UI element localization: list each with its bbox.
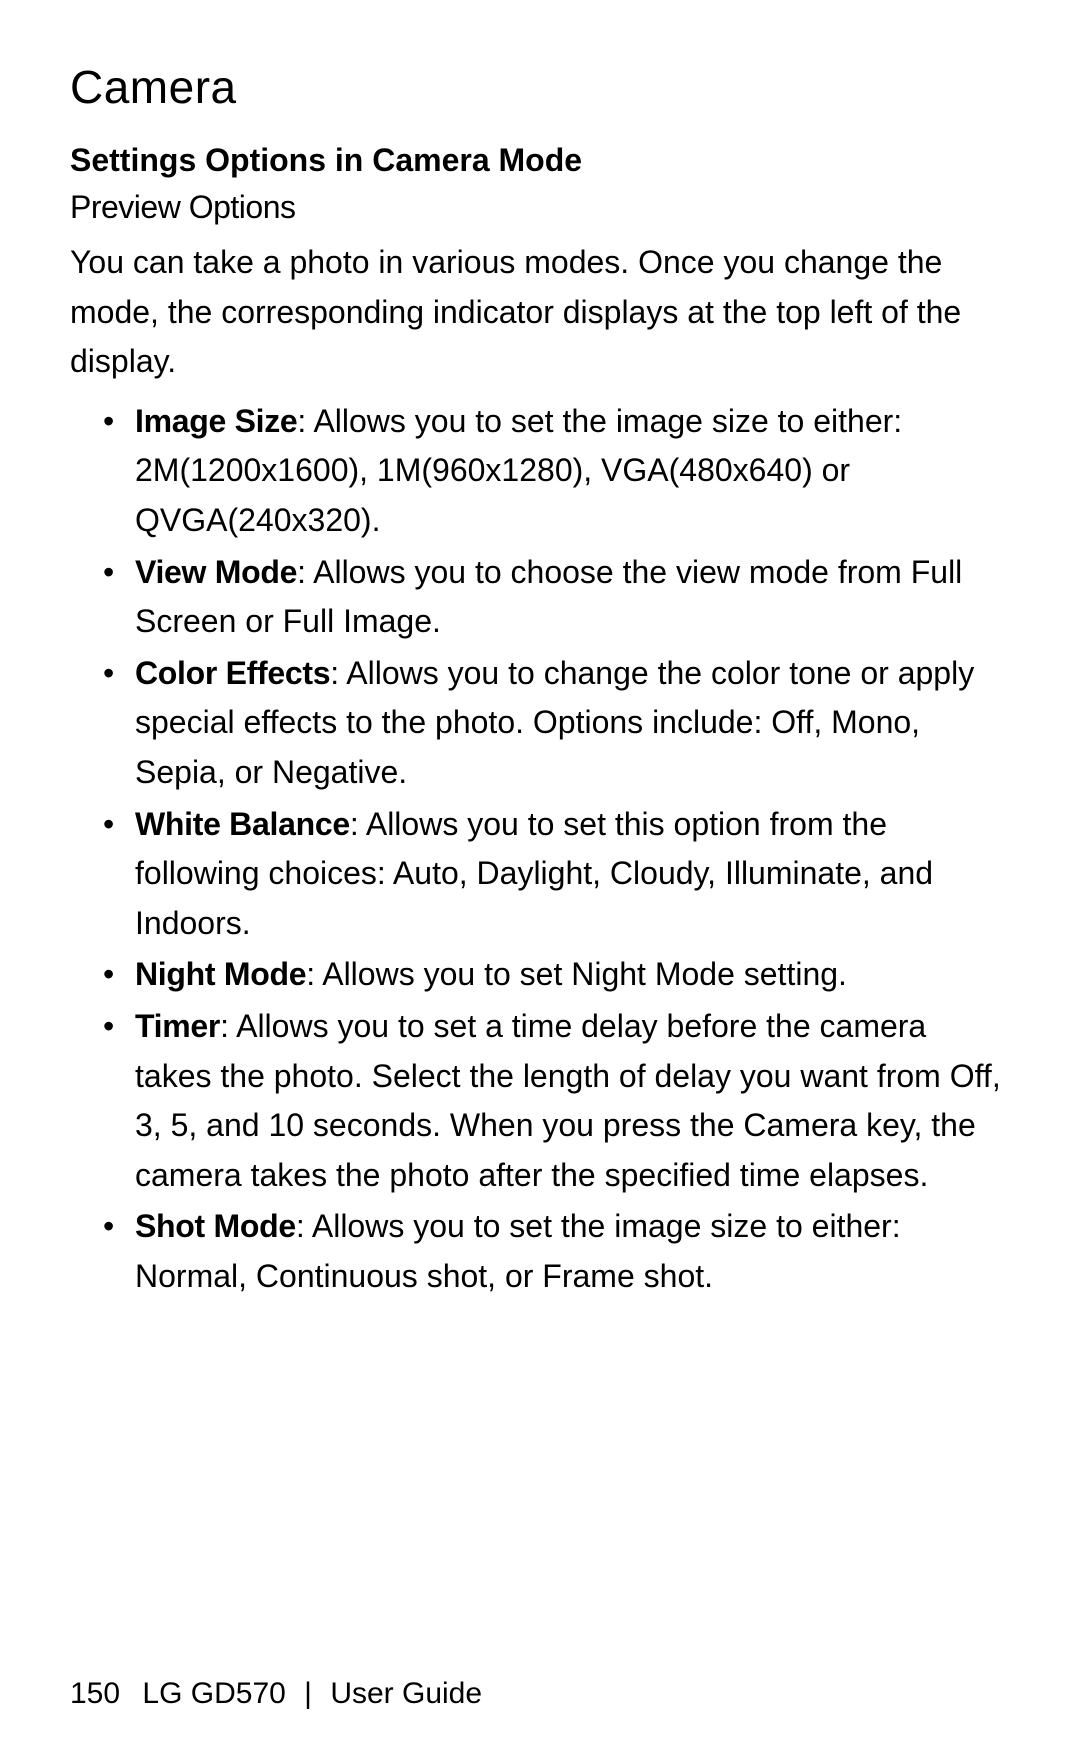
options-list: Image Size: Allows you to set the image … (70, 397, 1010, 1302)
list-item: Timer: Allows you to set a time delay be… (135, 1002, 1010, 1200)
option-name: View Mode (135, 554, 297, 590)
intro-paragraph: You can take a photo in various modes. O… (70, 238, 1010, 387)
option-name: Image Size (135, 403, 297, 439)
option-description: : Allows you to set a time delay before … (135, 1008, 1001, 1193)
option-name: White Balance (135, 806, 350, 842)
page-footer: 150 LG GD570 | User Guide (70, 1677, 482, 1711)
section-heading: Settings Options in Camera Mode (70, 142, 1010, 179)
option-name: Color Effects (135, 655, 330, 691)
footer-separator: | (304, 1677, 312, 1710)
subsection-heading: Preview Options (70, 189, 1010, 226)
product-name: LG GD570 (142, 1677, 285, 1710)
list-item: White Balance: Allows you to set this op… (135, 800, 1010, 949)
list-item: View Mode: Allows you to choose the view… (135, 548, 1010, 647)
page-number: 150 (70, 1677, 120, 1710)
option-name: Timer (135, 1008, 220, 1044)
doc-type: User Guide (330, 1677, 482, 1710)
list-item: Color Effects: Allows you to change the … (135, 649, 1010, 798)
option-name: Night Mode (135, 956, 306, 992)
list-item: Shot Mode: Allows you to set the image s… (135, 1202, 1010, 1301)
option-name: Shot Mode (135, 1208, 296, 1244)
page-title: Camera (70, 60, 1010, 114)
option-description: : Allows you to set Night Mode setting. (306, 956, 847, 992)
list-item: Night Mode: Allows you to set Night Mode… (135, 950, 1010, 1000)
list-item: Image Size: Allows you to set the image … (135, 397, 1010, 546)
